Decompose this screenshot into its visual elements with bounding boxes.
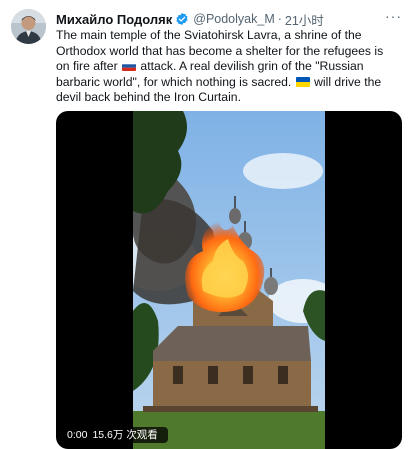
tweet-card[interactable]: Михайло Подоляк @Podolyak_M · 21小时 ··· T… — [0, 0, 408, 449]
display-name[interactable]: Михайло Подоляк — [56, 12, 172, 27]
video-elapsed-time: 0:00 — [67, 429, 88, 441]
tweet-header: Михайло Подоляк @Podolyak_M · 21小时 — [56, 10, 400, 28]
russia-flag-icon — [122, 61, 137, 71]
user-handle[interactable]: @Podolyak_M — [193, 12, 274, 26]
separator-dot: · — [277, 12, 282, 26]
verified-badge-icon — [175, 12, 189, 26]
avatar[interactable] — [11, 9, 46, 44]
video-frame-church-fire — [133, 111, 325, 449]
video-player[interactable]: 0:00 15.6万 次观看 — [56, 111, 402, 449]
tweet-timestamp[interactable]: 21小时 — [285, 10, 324, 29]
tweet-text: The main temple of the Sviatohirsk Lavra… — [56, 28, 400, 106]
more-icon[interactable]: ··· — [385, 8, 402, 24]
video-stats-overlay: 0:00 15.6万 次观看 — [62, 427, 168, 443]
video-view-count: 15.6万 次观看 — [92, 429, 158, 441]
ukraine-flag-icon — [295, 76, 310, 87]
